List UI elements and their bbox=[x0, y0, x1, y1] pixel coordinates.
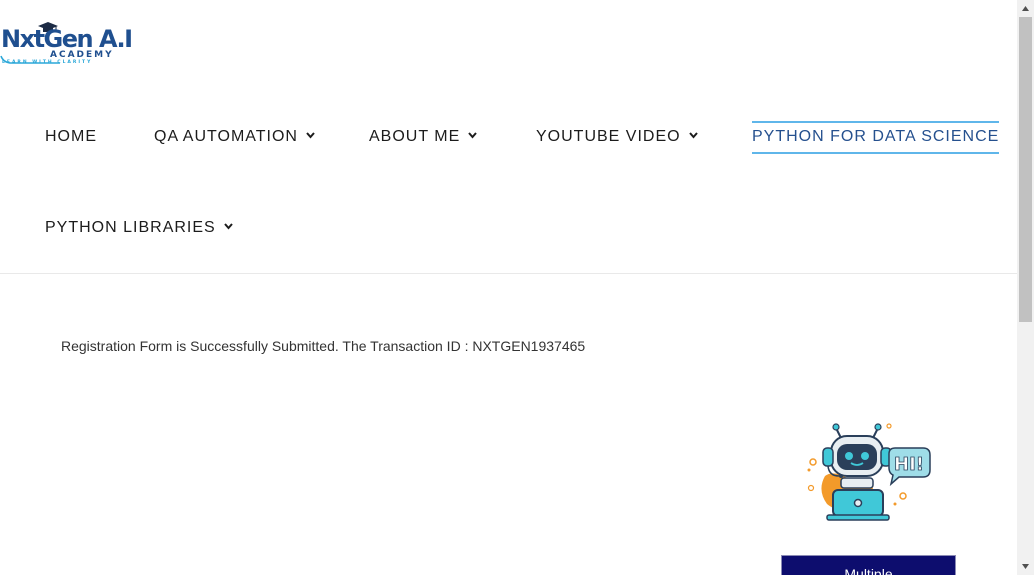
multiple-button-label: Multiple bbox=[844, 566, 893, 575]
chevron-down-icon bbox=[223, 223, 233, 230]
nav-item-youtube-video[interactable]: YOUTUBE VIDEO bbox=[536, 127, 698, 147]
nav-item-about-me[interactable]: ABOUT ME bbox=[369, 127, 478, 147]
logo-title: NxtGen A.I bbox=[1, 25, 133, 53]
nav-item-label: HOME bbox=[45, 128, 97, 145]
nav-item-label: YOUTUBE VIDEO bbox=[536, 128, 681, 145]
page: NxtGen A.I ACADEMY LEARN WITH CLARITY HO… bbox=[0, 0, 1017, 575]
logo-tagline: LEARN WITH CLARITY bbox=[2, 60, 93, 65]
scroll-down-arrow-icon[interactable] bbox=[1017, 558, 1034, 575]
header-divider bbox=[0, 273, 1017, 274]
site-logo[interactable]: NxtGen A.I ACADEMY LEARN WITH CLARITY bbox=[0, 22, 133, 68]
nav-item-python-libraries[interactable]: PYTHON LIBRARIES bbox=[45, 218, 233, 238]
scrollbar-thumb[interactable] bbox=[1019, 17, 1032, 322]
nav-item-label: PYTHON LIBRARIES bbox=[45, 219, 216, 236]
nav-item-label: PYTHON FOR DATA SCIENCE bbox=[752, 128, 1000, 145]
vertical-scrollbar[interactable] bbox=[1017, 0, 1034, 575]
nav-item-label: ABOUT ME bbox=[369, 128, 461, 145]
multiple-button[interactable]: Multiple bbox=[781, 555, 956, 575]
nav-item-home[interactable]: HOME bbox=[45, 127, 97, 147]
nav-item-python-for-data-science[interactable]: PYTHON FOR DATA SCIENCE bbox=[752, 121, 1000, 154]
logo-subtitle: ACADEMY bbox=[50, 50, 114, 60]
chatbot-launcher[interactable]: HI! bbox=[803, 418, 933, 524]
chatbot-greeting: HI! bbox=[894, 454, 925, 475]
scroll-up-arrow-icon[interactable] bbox=[1017, 0, 1034, 17]
nav-item-qa-automation[interactable]: QA AUTOMATION bbox=[154, 127, 315, 147]
nav-item-label: QA AUTOMATION bbox=[154, 128, 298, 145]
chevron-down-icon bbox=[688, 132, 698, 139]
chevron-down-icon bbox=[306, 132, 315, 139]
chevron-down-icon bbox=[468, 132, 478, 139]
success-message: Registration Form is Successfully Submit… bbox=[61, 338, 586, 354]
